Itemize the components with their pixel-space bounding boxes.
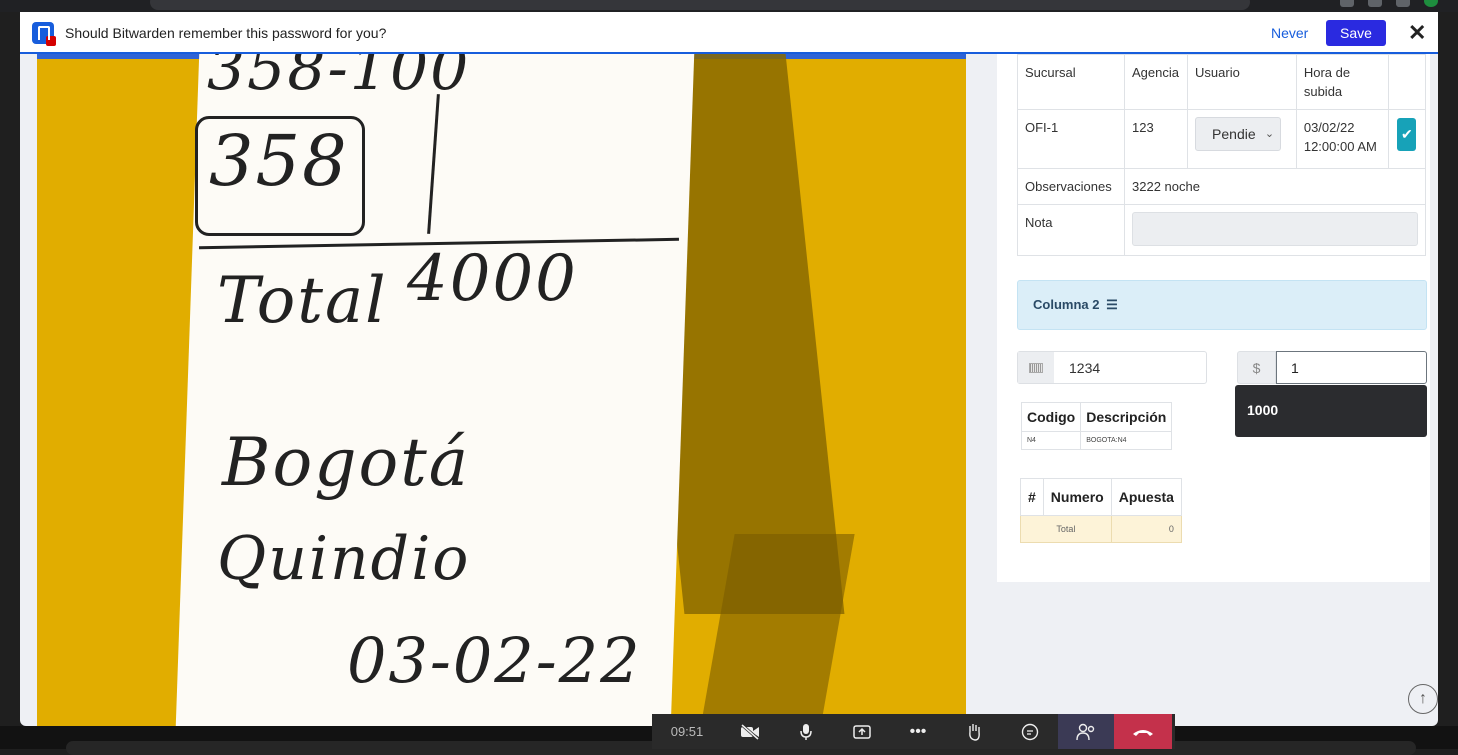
bitwarden-notification-bar: Should Bitwarden remember this password …: [20, 12, 1438, 54]
table-cell: 123: [1123, 109, 1189, 169]
approve-button[interactable]: ✔: [1397, 118, 1417, 151]
table-cell: BOGOTA:N4: [1080, 431, 1173, 450]
handwriting-line: 358: [209, 120, 349, 202]
share-screen-icon[interactable]: [834, 714, 890, 749]
table-header-cell: Descripción: [1080, 402, 1173, 432]
columna-header: Columna 2 ☰: [1017, 280, 1427, 330]
nota-label: Nota: [1017, 204, 1125, 256]
bitwarden-logo-icon: [32, 22, 56, 46]
chat-icon[interactable]: [1002, 714, 1058, 749]
handwriting-line: 03-02-22: [347, 624, 642, 697]
table-row[interactable]: N4 BOGOTA:N4: [1020, 431, 1173, 450]
currency-icon: $: [1237, 351, 1276, 384]
observaciones-value: 3222 noche: [1124, 168, 1426, 205]
table-header-cell: Numero: [1042, 478, 1112, 516]
handwriting-line: Bogotá: [222, 424, 471, 501]
handwriting-line: Quindio: [217, 524, 471, 594]
save-button[interactable]: Save: [1326, 20, 1386, 46]
autocomplete-suggestion[interactable]: 1000: [1235, 385, 1427, 437]
camera-off-icon[interactable]: [722, 714, 778, 749]
hang-up-icon[interactable]: [1114, 714, 1172, 749]
ticket-info-table: Sucursal Agencia Usuario Hora de subida …: [1017, 54, 1426, 256]
table-cell: OFI-1: [1017, 109, 1125, 169]
codes-table: Codigo Descripción N4 BOGOTA:N4: [1020, 402, 1173, 450]
never-button[interactable]: Never: [1271, 25, 1308, 41]
table-cell: 03/02/22 12:00:00 AM: [1295, 109, 1390, 169]
numero-input[interactable]: 1234: [1054, 352, 1115, 383]
address-bar[interactable]: [150, 0, 1250, 10]
status-select-value: Pendie: [1212, 125, 1256, 142]
table-cell: N4: [1020, 431, 1082, 450]
columna-title: Columna 2: [1033, 297, 1100, 312]
table-header-cell: Usuario: [1187, 54, 1297, 110]
extension-icon[interactable]: [1368, 0, 1382, 7]
numero-input-group: 1234: [1017, 351, 1207, 384]
table-header-cell: Agencia: [1123, 54, 1189, 110]
extension-icon[interactable]: [1396, 0, 1410, 7]
close-icon[interactable]: ✕: [1408, 20, 1426, 46]
table-row: Nota: [1017, 204, 1426, 256]
extension-icon[interactable]: [1340, 0, 1354, 7]
table-header-cell: Sucursal: [1017, 54, 1125, 110]
raise-hand-icon[interactable]: [946, 714, 1002, 749]
handwriting-line: 358-100: [207, 54, 471, 104]
bitwarden-message: Should Bitwarden remember this password …: [65, 25, 387, 41]
list-icon: ☰: [1106, 297, 1118, 312]
meeting-toolbar: 09:51 •••: [652, 714, 1175, 749]
total-row: Total 0: [1020, 515, 1182, 543]
chevron-down-icon: ⌄: [1264, 127, 1275, 140]
observaciones-label: Observaciones: [1017, 168, 1125, 205]
arrow-up-icon: ↑: [1419, 690, 1427, 707]
apuesta-input-group: $ 1: [1237, 351, 1427, 384]
barcode-icon: [1029, 362, 1043, 373]
meeting-timer: 09:51: [670, 724, 704, 739]
table-row: OFI-1 123 Pendie ⌄ 03/02/22 12:00:00 AM …: [1017, 109, 1426, 169]
profile-avatar-icon[interactable]: [1424, 0, 1438, 7]
barcode-icon-addon: [1018, 352, 1054, 383]
table-header-cell: Apuesta: [1110, 478, 1182, 516]
table-header-cell: Codigo: [1020, 402, 1082, 432]
table-header-cell: Hora de subida: [1295, 54, 1390, 110]
table-row: # Numero Apuesta: [1020, 478, 1182, 516]
apuesta-input[interactable]: 1: [1276, 351, 1427, 384]
more-options-icon[interactable]: •••: [890, 714, 946, 749]
bets-table: # Numero Apuesta Total 0: [1020, 478, 1182, 543]
handwriting-line: Total: [217, 264, 388, 338]
microphone-icon[interactable]: [778, 714, 834, 749]
table-header-cell: #: [1020, 478, 1044, 516]
table-row: Sucursal Agencia Usuario Hora de subida: [1017, 54, 1426, 110]
browser-extension-icons: [1340, 0, 1438, 9]
handwriting-line: 4000: [407, 242, 578, 316]
total-label: Total: [1020, 515, 1112, 543]
nota-input[interactable]: [1132, 212, 1418, 246]
ticket-photo: 358-100 358 Total 4000 Bogotá Quindio 03…: [37, 54, 966, 726]
scroll-to-top-button[interactable]: ↑: [1408, 684, 1438, 714]
table-row: Observaciones 3222 noche: [1017, 168, 1426, 205]
table-row: Codigo Descripción: [1020, 402, 1173, 432]
status-select[interactable]: Pendie ⌄: [1195, 117, 1282, 151]
total-value: 0: [1110, 515, 1182, 543]
ticket-details-card: Sucursal Agencia Usuario Hora de subida …: [997, 54, 1430, 582]
page-content: 358-100 358 Total 4000 Bogotá Quindio 03…: [20, 54, 1438, 726]
browser-toolbar: [0, 0, 1458, 12]
people-icon[interactable]: [1058, 714, 1114, 749]
